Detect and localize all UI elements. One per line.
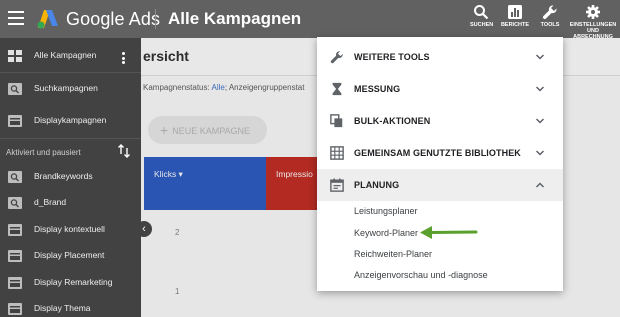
axis-tick: 1 bbox=[175, 287, 180, 296]
search-campaign-icon bbox=[8, 197, 22, 209]
filter-text: Kampagnenstatus: bbox=[143, 83, 212, 92]
metric-label: Impressio bbox=[276, 169, 313, 179]
hourglass-icon bbox=[332, 82, 342, 96]
display-campaign-icon bbox=[8, 250, 22, 262]
sidebar-item-label: Displaykampagnen bbox=[34, 115, 107, 125]
new-campaign-button[interactable]: + NEUE KAMPAGNE bbox=[148, 116, 267, 144]
nav-label: TOOLS bbox=[540, 22, 560, 28]
calendar-icon bbox=[330, 178, 344, 192]
chevron-up-icon bbox=[535, 182, 545, 188]
display-campaign-icon bbox=[8, 224, 22, 236]
sidebar-item-label: Display kontextuell bbox=[34, 224, 105, 234]
chevron-left-icon: ‹ bbox=[142, 223, 146, 235]
menu-section-planning[interactable]: PLANUNG bbox=[317, 169, 563, 201]
menu-section-measurement[interactable]: MESSUNG bbox=[317, 73, 563, 105]
menu-item-performance-planner[interactable]: Leistungsplaner bbox=[354, 206, 418, 216]
menu-section-label: MESSUNG bbox=[354, 84, 401, 94]
copy-icon bbox=[330, 114, 343, 128]
divider bbox=[0, 138, 141, 139]
sidebar-item-search-campaigns[interactable]: Suchkampagnen bbox=[0, 73, 141, 105]
nav-label: SUCHEN bbox=[470, 22, 494, 28]
wrench-icon bbox=[542, 5, 557, 20]
chevron-down-icon bbox=[535, 150, 545, 156]
reports-icon bbox=[508, 5, 522, 19]
menu-item-reach-planner[interactable]: Reichweiten-Planer bbox=[354, 249, 432, 259]
search-nav-button[interactable]: SUCHEN bbox=[470, 4, 494, 28]
filter-bar[interactable]: Kampagnenstatus: Alle; Anzeigengruppenst… bbox=[143, 83, 304, 92]
divider bbox=[155, 9, 156, 29]
filter-value: Alle bbox=[211, 83, 225, 92]
search-campaign-icon bbox=[8, 171, 22, 183]
search-icon bbox=[474, 5, 489, 20]
overview-title: ersicht bbox=[143, 48, 189, 64]
menu-item-keyword-planner[interactable]: Keyword-Planer bbox=[354, 228, 418, 238]
menu-icon[interactable] bbox=[8, 11, 24, 25]
sidebar-item-label: Display Remarketing bbox=[34, 277, 113, 287]
top-bar: Google Ads Alle Kampagnen SUCHEN BERICHT… bbox=[0, 0, 620, 40]
sidebar-section-label: Aktiviert und pausiert bbox=[6, 148, 81, 157]
menu-section-label: WEITERE TOOLS bbox=[354, 52, 430, 62]
collapse-sidebar-button[interactable]: ‹ bbox=[136, 221, 152, 237]
nav-label: BERICHTE bbox=[500, 22, 530, 28]
menu-section-label: PLANUNG bbox=[354, 180, 400, 190]
sidebar-item-label: Alle Kampagnen bbox=[34, 50, 97, 60]
metric-card-impressions[interactable]: Impressio bbox=[266, 157, 318, 210]
metric-label: Klicks ▾ bbox=[154, 169, 183, 179]
sidebar-item-display-campaigns[interactable]: Displaykampagnen bbox=[0, 105, 141, 137]
sidebar-item-label: Display Thema bbox=[34, 303, 91, 313]
annotation-arrow-icon bbox=[420, 226, 478, 239]
metric-card-clicks[interactable]: Klicks ▾ bbox=[144, 157, 266, 210]
sidebar-item-label: Suchkampagnen bbox=[34, 83, 98, 93]
library-icon bbox=[330, 146, 344, 160]
reports-nav-button[interactable]: BERICHTE bbox=[500, 4, 530, 28]
menu-section-shared-library[interactable]: GEMEINSAM GENUTZTE BIBLIOTHEK bbox=[317, 137, 563, 169]
page-title: Alle Kampagnen bbox=[168, 9, 302, 28]
menu-section-label: BULK-AKTIONEN bbox=[354, 116, 431, 126]
menu-section-more-tools[interactable]: WEITERE TOOLS bbox=[317, 41, 563, 73]
sidebar-item-label: Display Placement bbox=[34, 250, 105, 260]
display-campaign-icon bbox=[8, 277, 22, 289]
tools-nav-button[interactable]: TOOLS bbox=[537, 4, 563, 28]
tools-menu: WEITERE TOOLS MESSUNG BULK-AKTIONEN GEME… bbox=[317, 37, 563, 291]
plus-icon: + bbox=[160, 122, 169, 138]
brand-name: Google Ads bbox=[66, 9, 161, 29]
search-campaign-icon bbox=[8, 83, 22, 95]
axis-tick: 2 bbox=[175, 228, 180, 237]
chevron-down-icon bbox=[535, 118, 545, 124]
sidebar: Alle Kampagnen Suchkampagnen Displaykamp… bbox=[0, 38, 141, 317]
display-campaign-icon bbox=[8, 303, 22, 315]
menu-item-ad-preview-diagnosis[interactable]: Anzeigenvorschau und -diagnose bbox=[354, 270, 488, 280]
campaigns-icon bbox=[8, 50, 22, 62]
sidebar-item-all-campaigns[interactable]: Alle Kampagnen bbox=[0, 40, 141, 72]
chevron-down-icon bbox=[535, 86, 545, 92]
sidebar-item-campaign[interactable]: Display Thema bbox=[0, 293, 141, 317]
settings-billing-nav-button[interactable]: EINSTELLUNGEN UND ABRECHNUNG bbox=[569, 4, 617, 40]
wrench-icon bbox=[330, 51, 343, 64]
new-campaign-label: NEUE KAMPAGNE bbox=[172, 126, 251, 136]
chevron-down-icon bbox=[535, 54, 545, 60]
google-ads-logo-icon bbox=[37, 10, 58, 29]
display-campaign-icon bbox=[8, 115, 22, 127]
sort-icon[interactable] bbox=[118, 144, 130, 158]
sidebar-item-label: d_Brand bbox=[34, 197, 67, 207]
gear-icon bbox=[586, 5, 600, 19]
more-options-icon[interactable] bbox=[122, 52, 126, 64]
sidebar-item-label: Brandkeywords bbox=[34, 171, 93, 181]
filter-text: ; Anzeigengruppenstat bbox=[224, 83, 305, 92]
menu-section-bulk-actions[interactable]: BULK-AKTIONEN bbox=[317, 105, 563, 137]
menu-section-label: GEMEINSAM GENUTZTE BIBLIOTHEK bbox=[354, 148, 521, 158]
